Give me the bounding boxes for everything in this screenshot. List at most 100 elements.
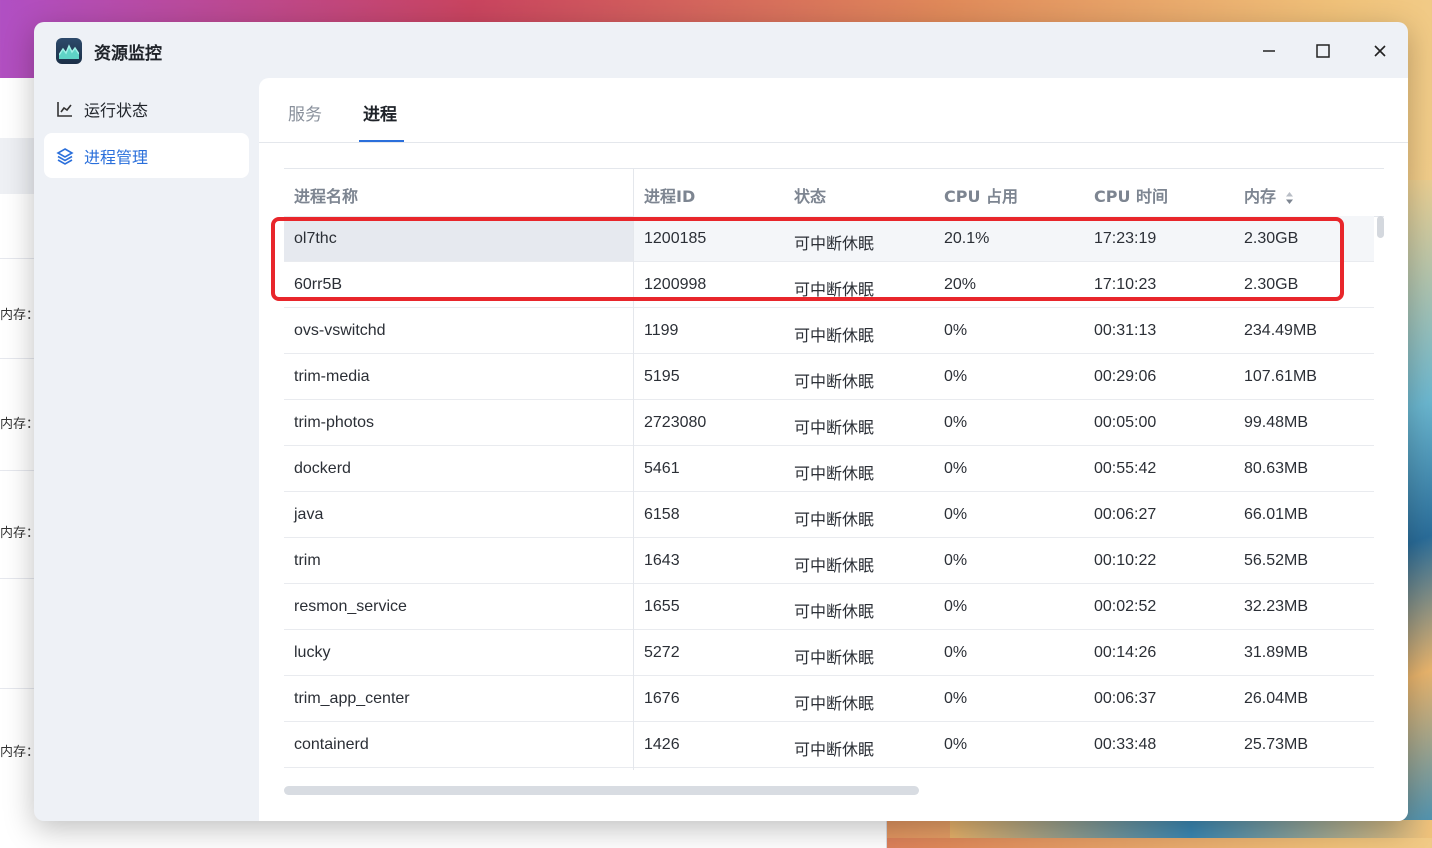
table-row[interactable]: trim 1643 可中断休眠 0% 00:10:22 56.52MB — [284, 538, 1374, 584]
sidebar-item-label: 运行状态 — [84, 100, 149, 120]
cell-pid: 1676 — [644, 690, 680, 707]
table-row[interactable]: lucky 5272 可中断休眠 0% 00:14:26 31.89MB — [284, 630, 1374, 676]
column-header-pid[interactable]: 进程ID — [644, 183, 695, 207]
cell-memory: 25.73MB — [1244, 736, 1309, 753]
cell-state: 可中断休眠 — [794, 374, 875, 391]
cell-cpu-usage: 20.1% — [944, 230, 990, 247]
cell-cpu-usage: 0% — [944, 736, 968, 753]
cell-state: 可中断休眠 — [794, 512, 875, 529]
cell-pid: 6158 — [644, 506, 680, 523]
table-row[interactable]: containerd 1426 可中断休眠 0% 00:33:48 25.73MB — [284, 722, 1374, 768]
cell-pid: 1643 — [644, 552, 680, 569]
cell-state: 可中断休眠 — [794, 328, 875, 345]
cell-cpu-time: 00:05:00 — [1094, 414, 1157, 431]
cell-cpu-usage: 0% — [944, 368, 968, 385]
cell-cpu-time: 00:02:52 — [1094, 598, 1157, 615]
cell-cpu-usage: 0% — [944, 322, 968, 339]
tab-processes[interactable]: 进程 — [363, 100, 397, 125]
cell-pid: 1200185 — [644, 230, 707, 247]
cell-process-name: resmon_service — [294, 598, 407, 615]
table-body: ol7thc 1200185 可中断休眠 20.1% 17:23:19 2.30GB 60r… — [284, 216, 1374, 768]
table-row[interactable]: 60rr5B 1200998 可中断休眠 20% 17:10:23 2.30GB — [284, 262, 1374, 308]
cell-pid: 1426 — [644, 736, 680, 753]
cell-process-name: java — [294, 506, 324, 523]
table-row[interactable]: ovs-vswitchd 1199 可中断休眠 0% 00:31:13 234.49MB — [284, 308, 1374, 354]
table-row[interactable]: trim-media 5195 可中断休眠 0% 00:29:06 107.61MB — [284, 354, 1374, 400]
maximize-icon — [1316, 44, 1330, 58]
minimize-button[interactable] — [1254, 36, 1284, 66]
horizontal-scrollbar[interactable] — [284, 786, 919, 795]
line-chart-icon — [57, 101, 72, 117]
cell-memory: 66.01MB — [1244, 506, 1309, 523]
cell-process-name: lucky — [294, 644, 331, 661]
tab-bar: 服务 进程 — [259, 78, 1408, 143]
cell-state: 可中断休眠 — [794, 236, 875, 253]
cell-cpu-usage: 0% — [944, 644, 968, 661]
cell-memory: 32.23MB — [1244, 598, 1309, 615]
cell-state: 可中断休眠 — [794, 466, 875, 483]
table-row[interactable]: trim-photos 2723080 可中断休眠 0% 00:05:00 99.48MB — [284, 400, 1374, 446]
column-header-cpu-time[interactable]: CPU 时间 — [1094, 183, 1168, 207]
column-header-memory-label: 内存 — [1244, 187, 1277, 206]
app-title: 资源监控 — [94, 44, 162, 64]
column-header-name[interactable]: 进程名称 — [294, 183, 358, 207]
close-icon — [1374, 45, 1386, 57]
cell-cpu-time: 17:10:23 — [1094, 276, 1157, 293]
cell-state: 可中断休眠 — [794, 558, 875, 575]
wallpaper-strip — [950, 820, 1432, 838]
tab-services[interactable]: 服务 — [288, 100, 322, 125]
column-header-cpu-usage[interactable]: CPU 占用 — [944, 183, 1018, 207]
cell-pid: 5461 — [644, 460, 680, 477]
cell-state: 可中断休眠 — [794, 604, 875, 621]
cell-memory: 56.52MB — [1244, 552, 1309, 569]
cell-state: 可中断休眠 — [794, 742, 875, 759]
cell-cpu-time: 00:14:26 — [1094, 644, 1157, 661]
sidebar: 运行状态 进程管理 — [44, 86, 249, 180]
vertical-scrollbar[interactable] — [1377, 216, 1384, 238]
table-row[interactable]: java 6158 可中断休眠 0% 00:06:27 66.01MB — [284, 492, 1374, 538]
cell-pid: 5195 — [644, 368, 680, 385]
column-divider — [633, 168, 634, 770]
maximize-button[interactable] — [1308, 36, 1338, 66]
cell-process-name: dockerd — [294, 460, 351, 477]
cell-cpu-time: 00:06:27 — [1094, 506, 1157, 523]
column-header-memory[interactable]: 内存 — [1244, 183, 1294, 207]
cell-pid: 5272 — [644, 644, 680, 661]
cell-cpu-usage: 0% — [944, 460, 968, 477]
sort-icon — [1285, 191, 1293, 204]
titlebar: 资源监控 — [34, 22, 1408, 78]
table-row[interactable]: trim_app_center 1676 可中断休眠 0% 00:06:37 26.04M… — [284, 676, 1374, 722]
sidebar-item-status[interactable]: 运行状态 — [44, 86, 249, 131]
table-row[interactable]: ol7thc 1200185 可中断休眠 20.1% 17:23:19 2.30GB — [284, 216, 1374, 262]
cell-cpu-time: 17:23:19 — [1094, 230, 1157, 247]
cell-memory: 2.30GB — [1244, 230, 1299, 247]
column-header-state[interactable]: 状态 — [794, 183, 826, 207]
table-header: 进程名称 进程ID 状态 CPU 占用 CPU 时间 内存 — [284, 168, 1384, 217]
table-row[interactable]: resmon_service 1655 可中断休眠 0% 00:02:52 32.23MB — [284, 584, 1374, 630]
table-row[interactable]: dockerd 5461 可中断休眠 0% 00:55:42 80.63MB — [284, 446, 1374, 492]
cell-process-name: trim-photos — [294, 414, 375, 431]
cell-cpu-usage: 0% — [944, 552, 968, 569]
cell-process-name: ol7thc — [294, 230, 337, 247]
cell-state: 可中断休眠 — [794, 420, 875, 437]
app-icon — [56, 38, 82, 64]
process-table: 进程名称 进程ID 状态 CPU 占用 CPU 时间 内存 ol7thc 1200… — [284, 168, 1384, 770]
cell-memory: 107.61MB — [1244, 368, 1317, 385]
cell-memory: 80.63MB — [1244, 460, 1309, 477]
cell-cpu-usage: 0% — [944, 690, 968, 707]
cell-memory: 31.89MB — [1244, 644, 1309, 661]
sidebar-item-process-management[interactable]: 进程管理 — [44, 133, 249, 178]
cell-process-name: containerd — [294, 736, 369, 753]
cell-pid: 1200998 — [644, 276, 707, 293]
cell-process-name: ovs-vswitchd — [294, 322, 386, 339]
cell-state: 可中断休眠 — [794, 696, 875, 713]
close-button[interactable] — [1365, 36, 1395, 66]
sidebar-item-label: 进程管理 — [84, 147, 149, 167]
cell-process-name: trim — [294, 552, 321, 569]
minimize-icon — [1263, 50, 1275, 52]
cell-cpu-time: 00:55:42 — [1094, 460, 1157, 477]
cell-cpu-time: 00:33:48 — [1094, 736, 1157, 753]
cell-memory: 99.48MB — [1244, 414, 1309, 431]
cell-memory: 234.49MB — [1244, 322, 1317, 339]
cell-cpu-time: 00:10:22 — [1094, 552, 1157, 569]
